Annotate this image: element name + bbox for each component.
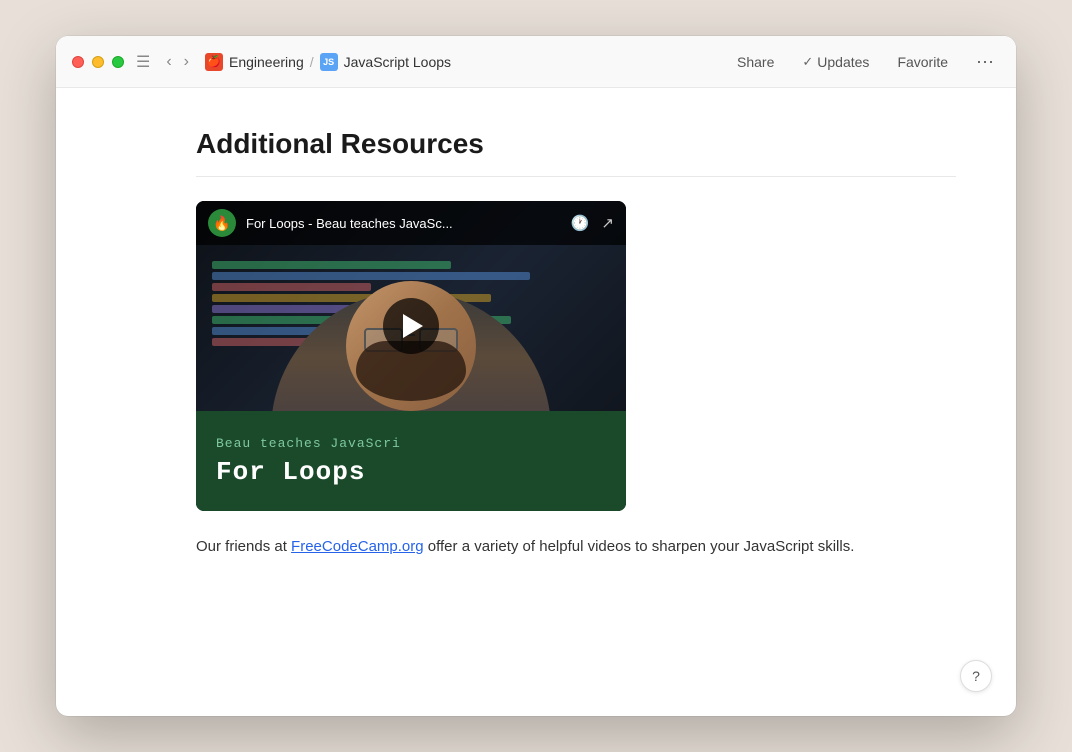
share-button[interactable]: Share <box>731 50 780 74</box>
video-subtitle: Beau teaches JavaScri <box>216 436 606 451</box>
breadcrumb-engineering[interactable]: 🍎 Engineering <box>205 53 304 71</box>
description-before-link: Our friends at <box>196 538 291 555</box>
video-bottom-bar: Beau teaches JavaScri For Loops <box>196 411 626 511</box>
favorite-button[interactable]: Favorite <box>891 50 954 74</box>
page-content: Additional Resources <box>56 88 1016 716</box>
code-line-2 <box>212 272 530 280</box>
minimize-button[interactable] <box>92 56 104 68</box>
page-title: Additional Resources <box>196 128 956 160</box>
breadcrumb-page[interactable]: JS JavaScript Loops <box>320 53 451 71</box>
maximize-button[interactable] <box>112 56 124 68</box>
channel-icon: 🔥 <box>208 209 236 237</box>
breadcrumb-separator: / <box>310 54 314 70</box>
breadcrumb: 🍎 Engineering / JS JavaScript Loops <box>205 53 731 71</box>
clock-icon[interactable]: 🕐 <box>571 214 590 232</box>
freecodecamp-link[interactable]: FreeCodeCamp.org <box>291 538 424 555</box>
video-top-actions: 🕐 ↗ <box>571 214 614 232</box>
header-actions: Share ✓ Updates Favorite ··· <box>731 49 1000 74</box>
updates-button[interactable]: ✓ Updates <box>796 50 875 74</box>
forward-arrow-icon[interactable]: › <box>180 52 193 72</box>
traffic-lights <box>72 56 124 68</box>
video-title-large: For Loops <box>216 457 606 487</box>
back-arrow-icon[interactable]: ‹ <box>162 52 175 72</box>
close-button[interactable] <box>72 56 84 68</box>
updates-label: Updates <box>817 54 869 70</box>
description-text: Our friends at FreeCodeCamp.org offer a … <box>196 535 916 559</box>
title-bar: ☰ ‹ › 🍎 Engineering / JS JavaScript Loop… <box>56 36 1016 88</box>
video-embed[interactable]: 🔥 For Loops - Beau teaches JavaSc... 🕐 ↗ <box>196 201 626 511</box>
play-button[interactable] <box>383 298 439 354</box>
more-button[interactable]: ··· <box>970 49 1000 74</box>
share-icon[interactable]: ↗ <box>601 214 614 232</box>
page-breadcrumb-label: JavaScript Loops <box>344 54 451 70</box>
help-button[interactable]: ? <box>960 660 992 692</box>
checkmark-icon: ✓ <box>802 54 813 70</box>
hamburger-icon[interactable]: ☰ <box>136 52 150 72</box>
divider <box>196 176 956 177</box>
description-after-link: offer a variety of helpful videos to sha… <box>424 538 855 555</box>
code-line-3 <box>212 283 371 291</box>
engineering-label: Engineering <box>229 54 304 70</box>
code-line-1 <box>212 261 451 269</box>
video-thumbnail[interactable]: 🔥 For Loops - Beau teaches JavaSc... 🕐 ↗ <box>196 201 626 511</box>
js-page-icon: JS <box>320 53 338 71</box>
video-top-bar: 🔥 For Loops - Beau teaches JavaSc... 🕐 ↗ <box>196 201 626 245</box>
play-triangle-icon <box>403 314 423 338</box>
nav-arrows: ‹ › <box>162 52 193 72</box>
engineering-icon: 🍎 <box>205 53 223 71</box>
app-window: ☰ ‹ › 🍎 Engineering / JS JavaScript Loop… <box>56 36 1016 716</box>
video-channel-title: For Loops - Beau teaches JavaSc... <box>246 216 561 231</box>
